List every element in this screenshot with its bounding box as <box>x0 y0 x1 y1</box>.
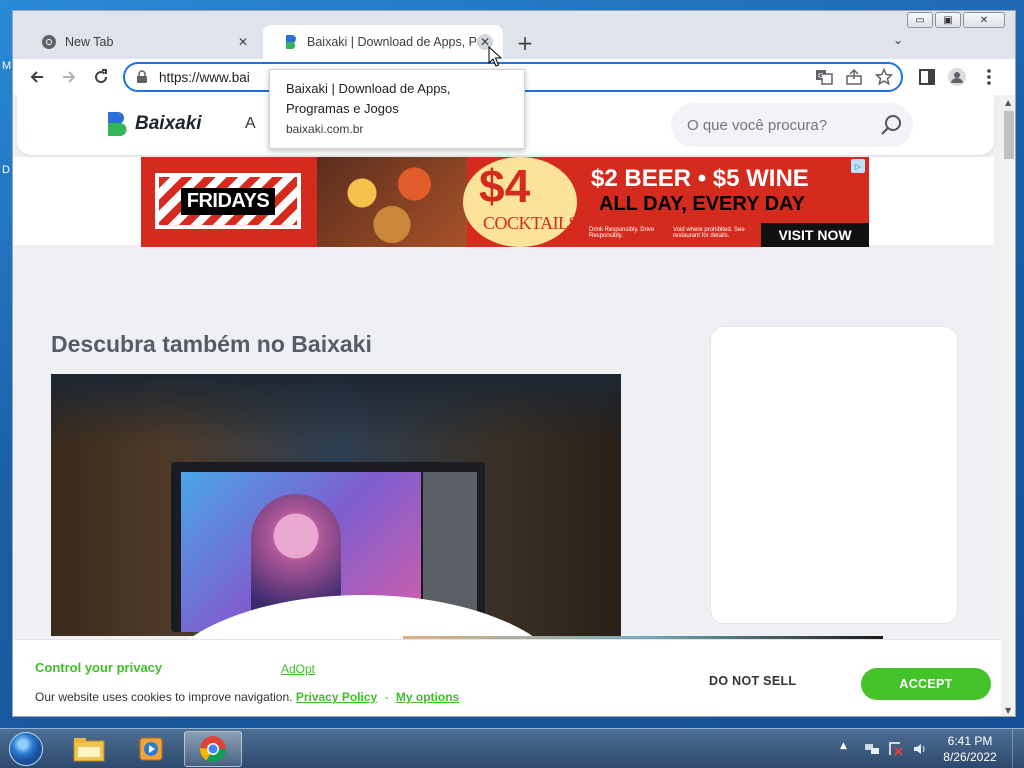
tab-title: Baixaki | Download de Apps, Prog <box>307 35 477 49</box>
chrome-icon <box>42 35 56 49</box>
clock-time: 6:41 PM <box>947 734 993 748</box>
tooltip-title: Baixaki | Download de Apps, Programas e … <box>286 81 451 116</box>
scrollbar-thumb[interactable] <box>1004 111 1014 159</box>
reload-button[interactable] <box>89 65 113 89</box>
my-options-link[interactable]: My options <box>396 690 459 704</box>
window-controls: ▭ ▣ ✕ <box>907 12 1005 28</box>
ad-price: $4 <box>479 160 531 212</box>
volume-icon[interactable] <box>912 741 928 757</box>
desktop-icon-label[interactable]: M <box>2 60 11 72</box>
adchoices-icon[interactable]: ▷ <box>851 159 865 173</box>
page-viewport: Baixaki A FRIDAYS $4 COCKTAILS $2 <box>13 95 1015 716</box>
close-tab-icon[interactable]: ✕ <box>235 34 251 50</box>
kebab-menu-icon[interactable] <box>979 67 999 87</box>
cookie-separator: - <box>384 690 389 704</box>
network-icon[interactable] <box>864 741 880 757</box>
translate-icon[interactable]: G <box>815 68 833 86</box>
cookie-text-row: Our website uses cookies to improve navi… <box>35 690 459 704</box>
tab-baixaki[interactable]: Baixaki | Download de Apps, Prog ✕ <box>263 25 503 59</box>
ad-cta-button[interactable]: VISIT NOW <box>761 223 869 247</box>
baixaki-logo-icon <box>108 112 127 136</box>
system-tray: ▲ 6:41 PM 8/26/2022 <box>840 729 1024 768</box>
ad-fine-print: Drink Responsibly. Drive Responsibly. <box>589 227 655 239</box>
ad-fine-print: Void where prohibited. See restaurant fo… <box>673 227 745 239</box>
scroll-down-icon[interactable]: ▼ <box>1005 706 1011 715</box>
close-window-button[interactable]: ✕ <box>963 12 1005 28</box>
search-input[interactable] <box>687 116 867 134</box>
browser-window: ▭ ▣ ✕ New Tab ✕ Baixaki | Download de Ap… <box>12 10 1016 717</box>
ad-drinks-image <box>317 157 467 247</box>
tab-hover-tooltip: Baixaki | Download de Apps, Programas e … <box>269 69 525 149</box>
taskbar: ▲ 6:41 PM 8/26/2022 <box>0 728 1024 768</box>
do-not-sell-button[interactable]: DO NOT SELL <box>709 674 796 688</box>
nav-menu-item[interactable]: A <box>245 115 256 133</box>
windows-orb-icon <box>9 732 43 766</box>
mouse-cursor-icon <box>488 46 502 67</box>
tab-title: New Tab <box>65 35 114 49</box>
clock[interactable]: 6:41 PM 8/26/2022 <box>936 733 1004 765</box>
privacy-policy-link[interactable]: Privacy Policy <box>296 690 377 704</box>
action-center-icon[interactable] <box>888 741 904 757</box>
section-title: Descubra também no Baixaki <box>51 331 372 357</box>
media-player-icon <box>139 737 163 761</box>
back-arrow-icon <box>30 71 43 83</box>
logo-text: Baixaki <box>135 113 202 134</box>
tab-search-button[interactable]: ⌄ <box>893 33 903 47</box>
ad-brand-logo: FRIDAYS <box>155 173 301 229</box>
taskbar-chrome[interactable] <box>184 731 242 767</box>
sidebar-ad-card <box>710 326 958 624</box>
ad-subline: ALL DAY, EVERY DAY <box>599 193 806 215</box>
start-button[interactable] <box>4 731 48 767</box>
cookie-banner: Control your privacy AdOpt Our website u… <box>13 639 1001 716</box>
maximize-button[interactable]: ▣ <box>935 12 961 28</box>
desktop-icon-label[interactable]: D <box>2 164 10 176</box>
ad-headline: $2 BEER • $5 WINE <box>591 165 809 192</box>
reload-icon <box>95 69 108 84</box>
url-text: https://www.bai <box>159 69 250 85</box>
profile-avatar-icon[interactable] <box>947 67 967 87</box>
forward-button[interactable] <box>57 65 81 89</box>
tab-new-tab[interactable]: New Tab ✕ <box>21 25 261 59</box>
bookmark-star-icon[interactable] <box>875 68 893 86</box>
tooltip-host: baixaki.com.br <box>286 122 364 136</box>
taskbar-explorer[interactable] <box>60 731 118 767</box>
accept-button[interactable]: ACCEPT <box>861 668 991 700</box>
site-search <box>671 103 913 147</box>
minimize-button[interactable]: ▭ <box>907 12 933 28</box>
chrome-icon <box>199 736 227 763</box>
forward-arrow-icon <box>63 71 76 83</box>
share-icon[interactable] <box>845 68 863 86</box>
side-panel-icon[interactable] <box>917 67 937 87</box>
show-hidden-icons-button[interactable]: ▲ <box>840 741 856 757</box>
tab-strip: New Tab ✕ Baixaki | Download de Apps, Pr… <box>13 11 1015 59</box>
omnibox-actions: G <box>815 68 893 86</box>
adopt-link[interactable]: AdOpt <box>281 662 315 676</box>
clock-date: 8/26/2022 <box>943 750 997 764</box>
site-logo[interactable]: Baixaki <box>105 111 202 137</box>
ad-price-label: COCKTAILS <box>483 213 579 233</box>
page-scrollbar[interactable]: ▲ ▼ <box>1001 95 1015 716</box>
new-tab-button[interactable]: + <box>513 31 537 55</box>
scroll-up-icon[interactable]: ▲ <box>1005 98 1011 107</box>
back-button[interactable] <box>25 65 49 89</box>
cookie-text: Our website uses cookies to improve navi… <box>35 690 293 704</box>
cookie-title: Control your privacy <box>35 660 163 675</box>
show-desktop-button[interactable] <box>1012 729 1024 768</box>
lock-icon[interactable] <box>135 70 149 84</box>
search-icon[interactable] <box>879 113 903 137</box>
svg-text:G: G <box>818 72 823 80</box>
folder-icon <box>73 738 105 762</box>
baixaki-favicon-icon <box>286 35 296 49</box>
taskbar-media-player[interactable] <box>122 731 180 767</box>
ad-banner[interactable]: FRIDAYS $4 COCKTAILS $2 BEER • $5 WINE A… <box>141 157 869 247</box>
ad-brand-text: FRIDAYS <box>180 187 276 215</box>
